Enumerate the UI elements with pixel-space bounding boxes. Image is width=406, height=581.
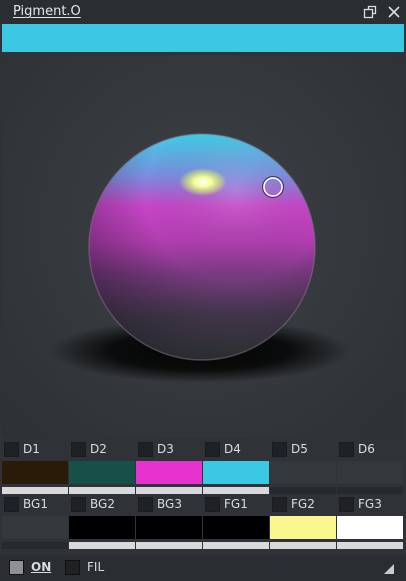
slot-label-fg3: FG3 — [358, 497, 382, 511]
slot-swatch-d4[interactable] — [203, 461, 269, 484]
slot-swatch-bg2[interactable] — [69, 516, 135, 539]
window-title: Pigment.O — [13, 4, 81, 19]
slot-label-d5: D5 — [291, 442, 308, 456]
color-slot-d6[interactable]: D6 — [337, 440, 403, 495]
slot-label-d6: D6 — [358, 442, 375, 456]
title-bar: Pigment.O — [0, 0, 406, 24]
slot-swatch-d2[interactable] — [69, 461, 135, 484]
slot-checkbox-bg2[interactable] — [71, 497, 86, 512]
slot-swatch-d6[interactable] — [337, 461, 403, 484]
slot-value-bar-d5[interactable] — [270, 487, 336, 494]
slot-checkbox-d5[interactable] — [272, 442, 287, 457]
color-slot-bg3[interactable]: BG3 — [136, 495, 202, 550]
slot-value-bar-bg1[interactable] — [2, 542, 68, 549]
slot-label-d4: D4 — [224, 442, 241, 456]
slot-label-bg2: BG2 — [90, 497, 115, 511]
slot-label-d2: D2 — [90, 442, 107, 456]
slot-label-d3: D3 — [157, 442, 174, 456]
color-slot-fg1[interactable]: FG1 — [203, 495, 269, 550]
slot-label-fg2: FG2 — [291, 497, 315, 511]
color-slot-d1[interactable]: D1 — [2, 440, 68, 495]
slot-value-bar-d6[interactable] — [337, 487, 403, 494]
color-slot-fg3[interactable]: FG3 — [337, 495, 403, 550]
slot-checkbox-bg3[interactable] — [138, 497, 153, 512]
slot-checkbox-fg1[interactable] — [205, 497, 220, 512]
slot-swatch-d5[interactable] — [270, 461, 336, 484]
slot-checkbox-d4[interactable] — [205, 442, 220, 457]
slot-swatch-d1[interactable] — [2, 461, 68, 484]
close-icon[interactable] — [386, 4, 402, 20]
slot-swatch-fg1[interactable] — [203, 516, 269, 539]
slot-value-bar-d1[interactable] — [2, 487, 68, 494]
slot-checkbox-fg2[interactable] — [272, 497, 287, 512]
color-slot-d4[interactable]: D4 — [203, 440, 269, 495]
slot-checkbox-fg3[interactable] — [339, 497, 354, 512]
slot-swatch-bg3[interactable] — [136, 516, 202, 539]
resize-grip-icon[interactable] — [383, 563, 395, 575]
bottom-bar: ON FIL — [0, 555, 406, 581]
fil-toggle-checkbox[interactable] — [65, 560, 80, 575]
sphere-highlight — [179, 168, 227, 196]
slot-swatch-fg2[interactable] — [270, 516, 336, 539]
slot-value-bar-fg3[interactable] — [337, 542, 403, 549]
slot-checkbox-bg1[interactable] — [4, 497, 19, 512]
slot-label-bg1: BG1 — [23, 497, 48, 511]
on-toggle-checkbox[interactable] — [9, 560, 24, 575]
slot-value-bar-bg3[interactable] — [136, 542, 202, 549]
color-slot-bg2[interactable]: BG2 — [69, 495, 135, 550]
color-slot-bg1[interactable]: BG1 — [2, 495, 68, 550]
slot-value-bar-bg2[interactable] — [69, 542, 135, 549]
popout-icon[interactable] — [362, 4, 378, 20]
slot-label-d1: D1 — [23, 442, 40, 456]
slot-checkbox-d6[interactable] — [339, 442, 354, 457]
slot-checkbox-d1[interactable] — [4, 442, 19, 457]
slot-checkbox-d3[interactable] — [138, 442, 153, 457]
color-slot-d2[interactable]: D2 — [69, 440, 135, 495]
color-slot-fg2[interactable]: FG2 — [270, 495, 336, 550]
slot-value-bar-d3[interactable] — [136, 487, 202, 494]
slot-value-bar-fg1[interactable] — [203, 542, 269, 549]
fil-toggle-label[interactable]: FIL — [87, 560, 104, 574]
on-toggle-label[interactable]: ON — [31, 560, 51, 574]
slot-label-bg3: BG3 — [157, 497, 182, 511]
slot-checkbox-d2[interactable] — [71, 442, 86, 457]
slot-label-fg1: FG1 — [224, 497, 248, 511]
slot-value-bar-d4[interactable] — [203, 487, 269, 494]
current-color-bar[interactable] — [2, 24, 404, 52]
color-slot-d3[interactable]: D3 — [136, 440, 202, 495]
color-sphere-viewport[interactable] — [2, 55, 404, 438]
slot-value-bar-fg2[interactable] — [270, 542, 336, 549]
slot-value-bar-d2[interactable] — [69, 487, 135, 494]
slot-swatch-fg3[interactable] — [337, 516, 403, 539]
slot-swatch-d3[interactable] — [136, 461, 202, 484]
slot-swatch-bg1[interactable] — [2, 516, 68, 539]
color-slot-d5[interactable]: D5 — [270, 440, 336, 495]
